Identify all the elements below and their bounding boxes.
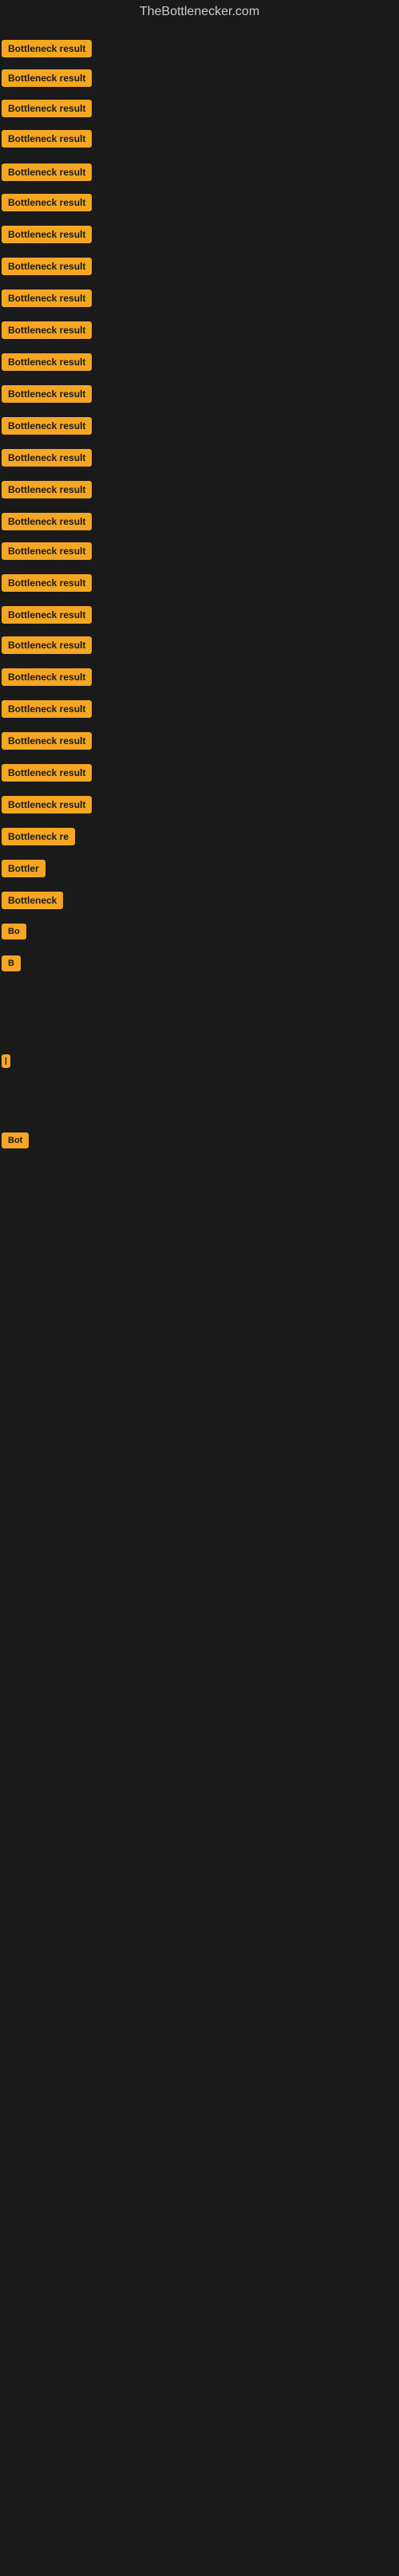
bottleneck-badge-20: Bottleneck result [2,636,92,654]
bottleneck-item-12[interactable]: Bottleneck result [2,385,92,403]
site-title: TheBottlenecker.com [0,0,399,24]
bottleneck-badge-26: Bottleneck re [2,828,75,845]
bottleneck-badge-7: Bottleneck result [2,226,92,243]
bottleneck-item-21[interactable]: Bottleneck result [2,668,92,686]
bottleneck-item-17[interactable]: Bottleneck result [2,542,92,560]
bottleneck-badge-8: Bottleneck result [2,258,92,275]
bottleneck-badge-21: Bottleneck result [2,668,92,686]
bottleneck-item-6[interactable]: Bottleneck result [2,194,92,211]
bottleneck-item-23[interactable]: Bottleneck result [2,732,92,750]
bottleneck-badge-14: Bottleneck result [2,449,92,467]
bottleneck-item-9[interactable]: Bottleneck result [2,290,92,307]
bottleneck-item-11[interactable]: Bottleneck result [2,353,92,371]
bottleneck-badge-27: Bottler [2,860,45,877]
bottleneck-item-32[interactable]: | [2,1053,10,1068]
bottleneck-item-28[interactable]: Bottleneck [2,892,63,909]
bottleneck-item-29[interactable]: Bo [2,924,26,939]
bottleneck-badge-6: Bottleneck result [2,194,92,211]
bottleneck-badge-1: Bottleneck result [2,40,92,57]
bottleneck-item-2[interactable]: Bottleneck result [2,69,92,87]
bottleneck-badge-24: Bottleneck result [2,764,92,782]
bottleneck-item-15[interactable]: Bottleneck result [2,481,92,498]
bottleneck-badge-30: B [2,955,21,971]
bottleneck-item-18[interactable]: Bottleneck result [2,574,92,592]
bottleneck-badge-34: Bot [2,1132,29,1148]
bottleneck-item-27[interactable]: Bottler [2,860,45,877]
bottleneck-item-22[interactable]: Bottleneck result [2,700,92,718]
bottleneck-badge-22: Bottleneck result [2,700,92,718]
bottleneck-badge-25: Bottleneck result [2,796,92,813]
bottleneck-item-25[interactable]: Bottleneck result [2,796,92,813]
bottleneck-badge-9: Bottleneck result [2,290,92,307]
bottleneck-badge-3: Bottleneck result [2,100,92,117]
bottleneck-badge-10: Bottleneck result [2,321,92,339]
bottleneck-badge-23: Bottleneck result [2,732,92,750]
bottleneck-item-14[interactable]: Bottleneck result [2,449,92,467]
bottleneck-item-3[interactable]: Bottleneck result [2,100,92,117]
bottleneck-badge-29: Bo [2,924,26,939]
bottleneck-badge-18: Bottleneck result [2,574,92,592]
bottleneck-badge-16: Bottleneck result [2,513,92,530]
bottleneck-badge-28: Bottleneck [2,892,63,909]
bottleneck-badge-12: Bottleneck result [2,385,92,403]
bottleneck-item-8[interactable]: Bottleneck result [2,258,92,275]
bottleneck-item-10[interactable]: Bottleneck result [2,321,92,339]
bottleneck-badge-15: Bottleneck result [2,481,92,498]
bottleneck-item-34[interactable]: Bot [2,1132,29,1148]
bottleneck-item-24[interactable]: Bottleneck result [2,764,92,782]
bottleneck-item-13[interactable]: Bottleneck result [2,417,92,435]
bottleneck-item-4[interactable]: Bottleneck result [2,130,92,148]
bottleneck-badge-2: Bottleneck result [2,69,92,87]
bottleneck-badge-19: Bottleneck result [2,606,92,624]
bottleneck-badge-13: Bottleneck result [2,417,92,435]
bottleneck-item-20[interactable]: Bottleneck result [2,636,92,654]
bottleneck-badge-4: Bottleneck result [2,130,92,148]
bottleneck-item-7[interactable]: Bottleneck result [2,226,92,243]
bottleneck-badge-17: Bottleneck result [2,542,92,560]
bottleneck-item-5[interactable]: Bottleneck result [2,163,92,181]
bottleneck-item-1[interactable]: Bottleneck result [2,40,92,57]
bottleneck-item-30[interactable]: B [2,955,21,971]
bottleneck-badge-32: | [2,1054,10,1068]
bottleneck-item-26[interactable]: Bottleneck re [2,828,75,845]
bottleneck-item-19[interactable]: Bottleneck result [2,606,92,624]
bottleneck-item-16[interactable]: Bottleneck result [2,513,92,530]
bottleneck-badge-5: Bottleneck result [2,163,92,181]
bottleneck-badge-11: Bottleneck result [2,353,92,371]
